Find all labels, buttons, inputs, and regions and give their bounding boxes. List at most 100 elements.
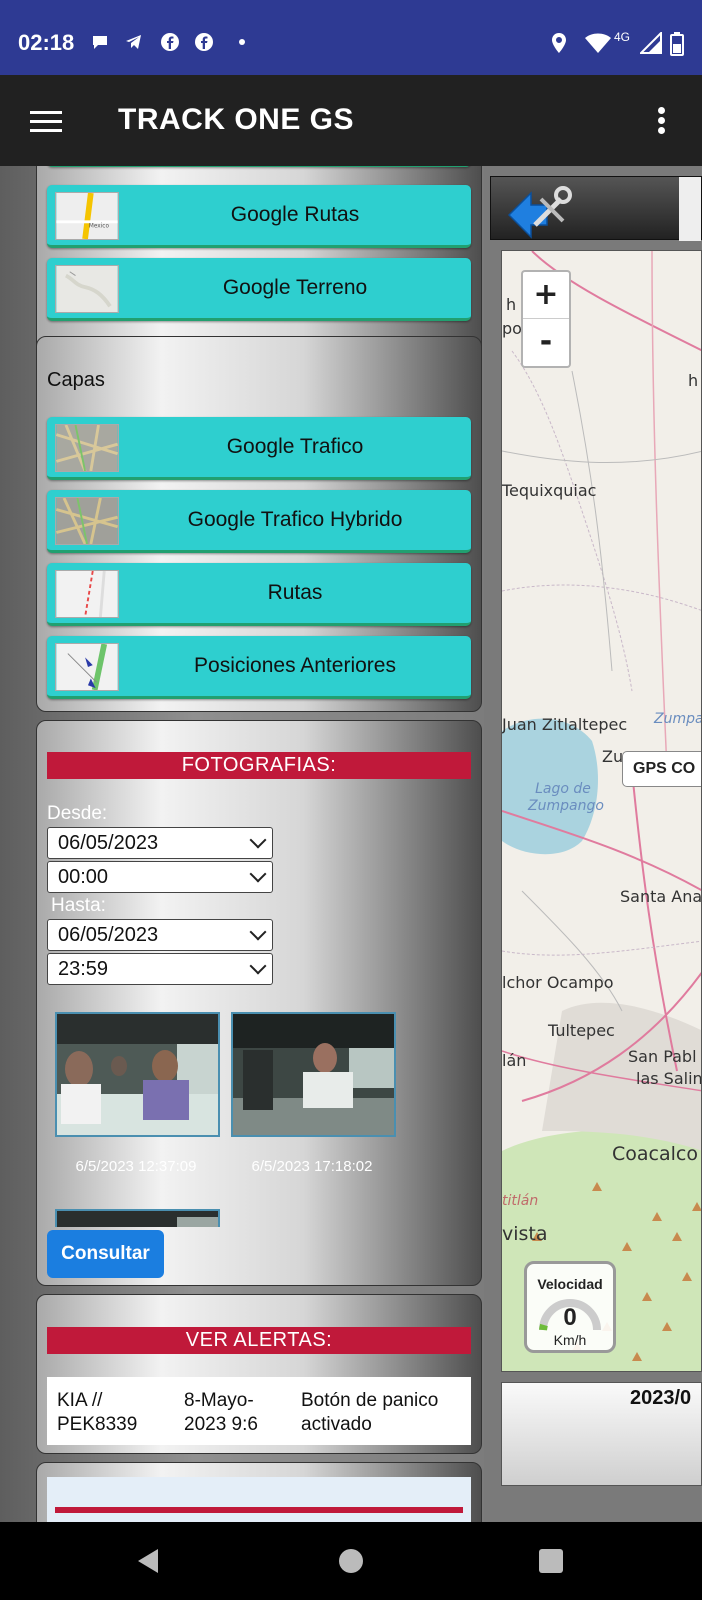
previous-positions-thumb: [55, 643, 119, 691]
photo-thumbnail[interactable]: [231, 1012, 396, 1137]
facebook-icon: [195, 33, 213, 51]
partial-panel-content: [47, 1477, 471, 1522]
alert-vehicle: KIA // PEK8339: [57, 1390, 138, 1435]
telegram-icon: [126, 35, 141, 49]
to-date-select[interactable]: 06/05/2023: [47, 919, 273, 951]
speed-value: 0: [563, 1304, 577, 1331]
app-bar: TRACK ONE GS: [0, 75, 702, 166]
wifi-icon: [585, 33, 611, 53]
hamburger-menu-icon[interactable]: [30, 111, 62, 133]
zoom-control: + -: [521, 270, 571, 368]
map-place-label: Juan Zitlaltepec: [502, 715, 628, 734]
map-place-label: Zumpango: [654, 711, 701, 727]
chat-icon: [93, 36, 107, 49]
map-toolbar: [490, 176, 702, 241]
status-time: 02:18: [18, 30, 75, 55]
date-panel: 2023/0: [501, 1382, 702, 1486]
alerts-heading: VER ALERTAS:: [47, 1327, 471, 1354]
traffic-thumb: [55, 424, 119, 472]
vehicle-tag[interactable]: GPS CO: [622, 751, 701, 787]
map-place-label: Santa Ana: [620, 887, 702, 906]
from-date-select[interactable]: 06/05/2023: [47, 827, 273, 859]
layer-label: Posiciones Anteriores: [194, 654, 396, 677]
roads-map-thumb: Mexico: [55, 192, 119, 240]
map-place-label: lchor Ocampo: [502, 973, 614, 992]
photos-heading: FOTOGRAFIAS:: [47, 752, 471, 779]
layers-heading: Capas: [47, 369, 105, 391]
layer-google-trafico-button[interactable]: Google Trafico: [47, 417, 471, 480]
map-place-label: Coacalco: [612, 1143, 698, 1165]
overflow-menu-icon[interactable]: [658, 107, 666, 135]
zoom-in-button[interactable]: +: [523, 272, 569, 319]
alert-date: 8-Mayo-2023 9:6: [184, 1390, 258, 1435]
consultar-button[interactable]: Consultar: [47, 1230, 164, 1278]
app-title: TRACK ONE GS: [118, 103, 355, 136]
alert-row[interactable]: KIA // PEK8339 8-Mayo-2023 9:6 Botón de …: [47, 1377, 471, 1445]
map-place-label: po: [502, 319, 522, 338]
to-label: Hasta:: [51, 895, 106, 916]
layer-label: Google Trafico Hybrido: [187, 508, 403, 531]
svg-text:Mexico: Mexico: [89, 224, 110, 230]
map-place-label: lán: [502, 1051, 527, 1070]
map-place-label: Tultepec: [548, 1021, 615, 1040]
layer-rutas-button[interactable]: Rutas: [47, 563, 471, 626]
traffic-hybrid-thumb: [55, 497, 119, 545]
main-content: Mexico Google Rutas Google Terreno Capas…: [0, 166, 702, 1522]
map-type-partial-button[interactable]: [47, 166, 471, 167]
system-nav-bar: [0, 1522, 702, 1600]
chevron-down-icon: [249, 865, 267, 883]
dot-icon: [239, 39, 245, 45]
map-place-label: h: [688, 371, 699, 390]
settings-tools-icon[interactable]: [505, 181, 573, 239]
layers-panel: Capas Google Trafico Google Trafico Hybr…: [36, 336, 482, 712]
photo-caption: 6/5/2023 17:18:02: [251, 1158, 373, 1175]
map-place-label: vista: [502, 1223, 548, 1245]
map-type-label: Google Terreno: [222, 276, 368, 299]
speed-label: Velocidad: [537, 1276, 603, 1292]
left-panel[interactable]: Mexico Google Rutas Google Terreno Capas…: [0, 166, 484, 1522]
photo-caption: 6/5/2023 12:37:09: [75, 1158, 197, 1175]
chevron-down-icon: [249, 923, 267, 941]
status-bar: 02:18 4G: [0, 0, 702, 75]
battery-icon: [670, 32, 684, 56]
map-place-label: h: [506, 295, 517, 314]
routes-thumb: [55, 570, 119, 618]
map-type-google-rutas-button[interactable]: Mexico Google Rutas: [47, 185, 471, 248]
map-column: + - h po h Tequixquiac Juan Zitlaltepec …: [484, 166, 702, 1522]
layer-label: Rutas: [267, 581, 323, 604]
signal-icon: [640, 32, 662, 54]
photo-thumbnail[interactable]: [55, 1012, 220, 1137]
layer-posiciones-anteriores-button[interactable]: Posiciones Anteriores: [47, 636, 471, 699]
toolbar-button-partial[interactable]: [679, 177, 701, 241]
alerts-panel: VER ALERTAS: KIA // PEK8339 8-Mayo-2023 …: [36, 1294, 482, 1454]
date-fragment: 2023/0: [630, 1387, 692, 1409]
back-icon[interactable]: [136, 1548, 160, 1574]
speed-unit: Km/h: [553, 1332, 587, 1348]
zoom-out-button[interactable]: -: [523, 319, 569, 366]
terrain-map-thumb: [55, 265, 119, 313]
to-time-select[interactable]: 23:59: [47, 953, 273, 985]
map-place-label: titlán: [502, 1193, 539, 1209]
network-type: 4G: [614, 30, 631, 44]
map-type-label: Google Rutas: [230, 203, 360, 226]
layer-label: Google Trafico: [226, 435, 364, 458]
recents-icon[interactable]: [539, 1549, 563, 1573]
location-icon: [552, 33, 566, 53]
map-type-google-terreno-button[interactable]: Google Terreno: [47, 258, 471, 321]
chevron-down-icon: [249, 957, 267, 975]
map-place-label: las Salin: [636, 1069, 702, 1088]
map-place-label: Tequixquiac: [502, 481, 597, 500]
from-time-select[interactable]: 00:00: [47, 861, 273, 893]
alert-event: Botón de panico activado: [301, 1390, 439, 1435]
from-label: Desde:: [47, 803, 108, 824]
partial-panel: [36, 1462, 482, 1522]
facebook-icon: [161, 33, 179, 51]
home-icon[interactable]: [339, 1549, 363, 1573]
map-place-label: San Pabl: [628, 1047, 697, 1066]
photos-panel: FOTOGRAFIAS: Desde: 06/05/2023 00:00 Has…: [36, 720, 482, 1286]
layer-google-trafico-hybrido-button[interactable]: Google Trafico Hybrido: [47, 490, 471, 553]
lake-label: Lago de Zumpango: [528, 781, 604, 814]
map-view[interactable]: + - h po h Tequixquiac Juan Zitlaltepec …: [501, 250, 702, 1372]
photo-thumbnail-partial[interactable]: [55, 1209, 220, 1227]
chevron-down-icon: [249, 831, 267, 849]
